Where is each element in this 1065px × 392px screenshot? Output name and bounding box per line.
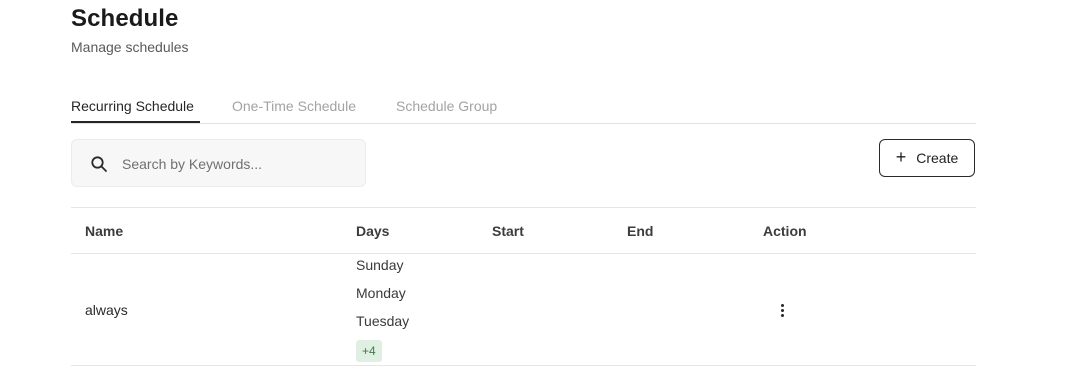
table-header: Name Days Start End Action [71, 207, 976, 254]
column-header-action: Action [763, 223, 807, 239]
page-title: Schedule [71, 5, 179, 32]
create-button[interactable]: + Create [879, 139, 975, 177]
schedule-tabs: Recurring Schedule One-Time Schedule Sch… [71, 95, 976, 124]
tab-recurring-schedule[interactable]: Recurring Schedule [71, 98, 194, 114]
more-vertical-icon[interactable] [773, 300, 791, 320]
tab-schedule-group[interactable]: Schedule Group [396, 98, 497, 114]
plus-icon: + [895, 147, 907, 167]
tab-one-time-schedule[interactable]: One-Time Schedule [232, 98, 356, 114]
day-item: Monday [356, 285, 406, 301]
column-header-start[interactable]: Start [492, 223, 524, 239]
more-days-badge[interactable]: +4 [356, 340, 382, 362]
search-icon [91, 156, 107, 172]
schedule-table: Name Days Start End Action always Sunday… [71, 207, 976, 366]
column-header-end[interactable]: End [627, 223, 653, 239]
schedule-days: Sunday Monday Tuesday +4 [356, 257, 409, 362]
day-item: Sunday [356, 257, 404, 273]
day-item: Tuesday [356, 313, 410, 329]
table-row[interactable]: always Sunday Monday Tuesday +4 [71, 254, 976, 366]
column-header-name[interactable]: Name [85, 223, 123, 239]
schedule-name: always [85, 302, 128, 318]
search-box [71, 139, 366, 187]
column-header-days[interactable]: Days [356, 223, 389, 239]
active-tab-indicator [71, 121, 200, 123]
search-input[interactable] [122, 152, 352, 176]
create-button-label: Create [916, 150, 959, 166]
page-subtitle: Manage schedules [71, 39, 189, 55]
